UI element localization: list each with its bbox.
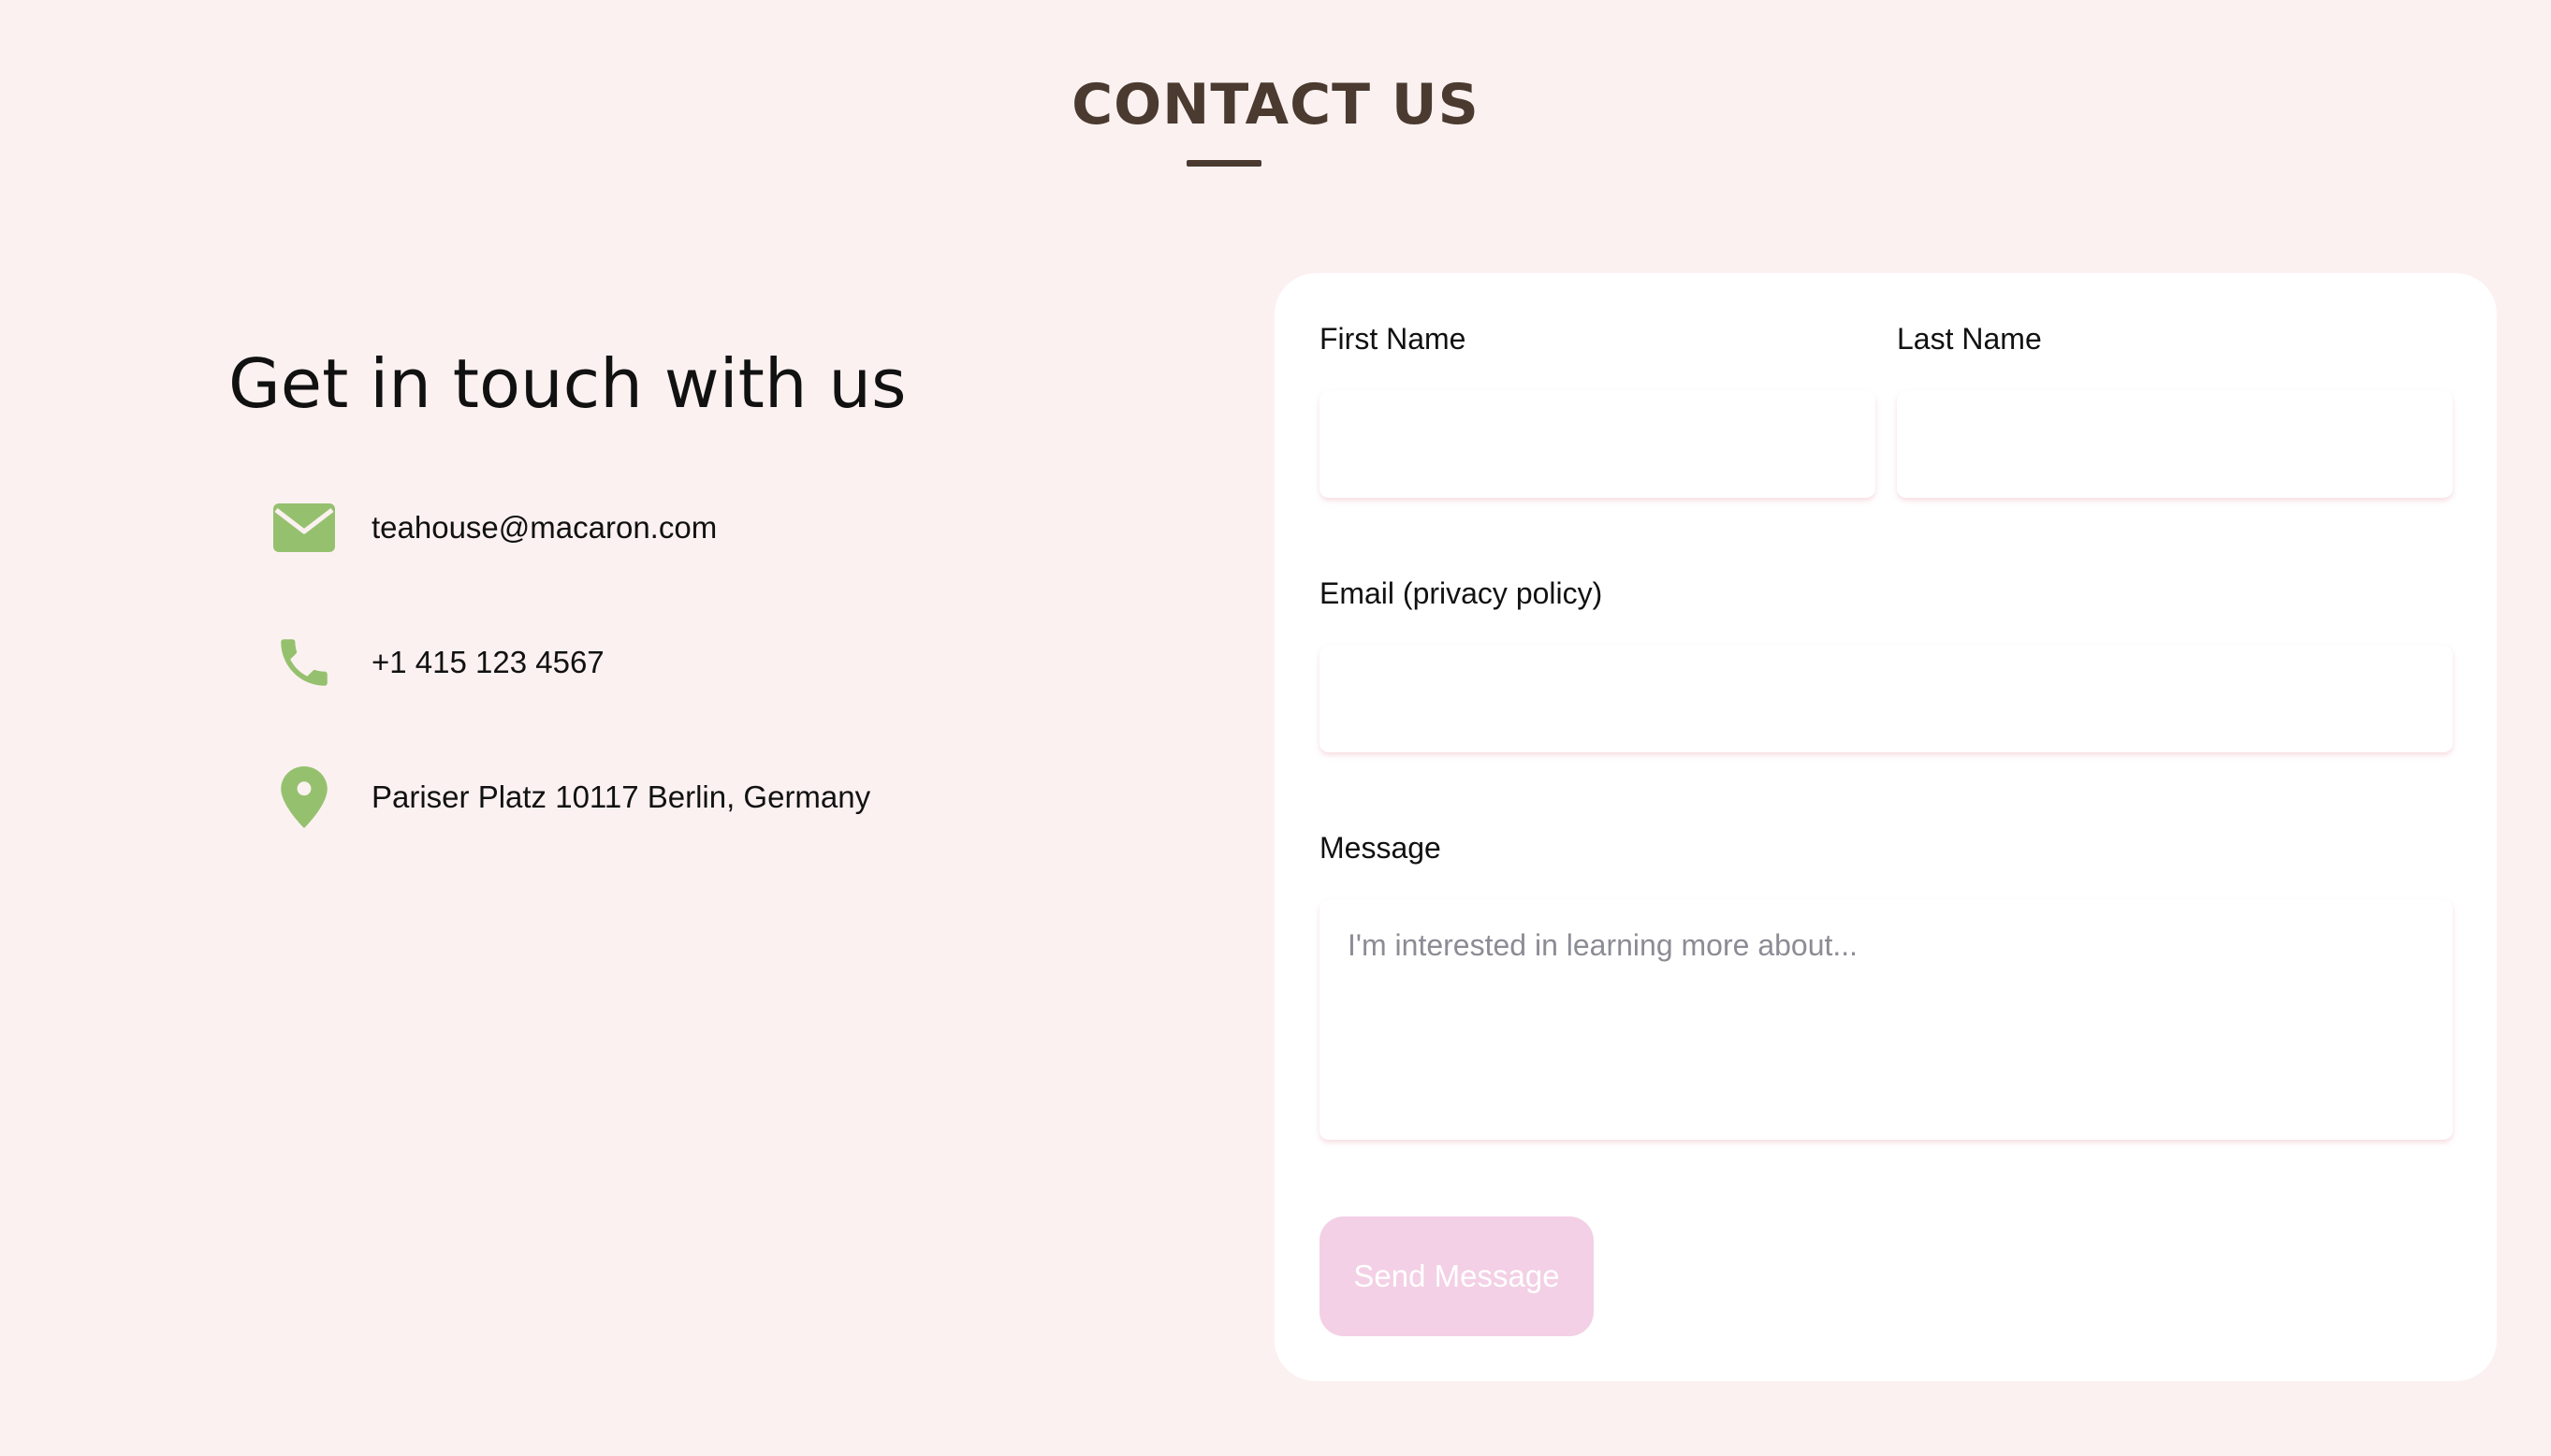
message-textarea[interactable] xyxy=(1319,900,2453,1140)
phone-icon xyxy=(271,630,337,695)
email-input[interactable] xyxy=(1319,646,2453,752)
message-label: Message xyxy=(1319,831,1441,865)
title-underline xyxy=(1187,160,1261,167)
first-name-input[interactable] xyxy=(1319,391,1875,498)
envelope-icon xyxy=(271,495,337,561)
section-title: CONTACT US xyxy=(1071,72,1480,138)
contact-item-email: teahouse@macaron.com xyxy=(271,490,717,565)
email-label: Email (privacy policy) xyxy=(1319,576,1603,610)
contact-address-text: Pariser Platz 10117 Berlin, Germany xyxy=(372,779,871,814)
contact-heading: Get in touch with us xyxy=(228,344,907,423)
send-message-button[interactable]: Send Message xyxy=(1319,1216,1594,1336)
contact-item-phone: +1 415 123 4567 xyxy=(271,625,605,700)
contact-phone-text: +1 415 123 4567 xyxy=(372,645,605,679)
last-name-input[interactable] xyxy=(1897,391,2453,498)
contact-form: First Name Last Name Email (privacy poli… xyxy=(1275,273,2497,1381)
contact-item-address: Pariser Platz 10117 Berlin, Germany xyxy=(271,760,870,835)
last-name-label: Last Name xyxy=(1897,322,2042,356)
map-pin-icon xyxy=(271,764,337,830)
first-name-label: First Name xyxy=(1319,322,1466,356)
contact-email-text: teahouse@macaron.com xyxy=(372,510,718,545)
